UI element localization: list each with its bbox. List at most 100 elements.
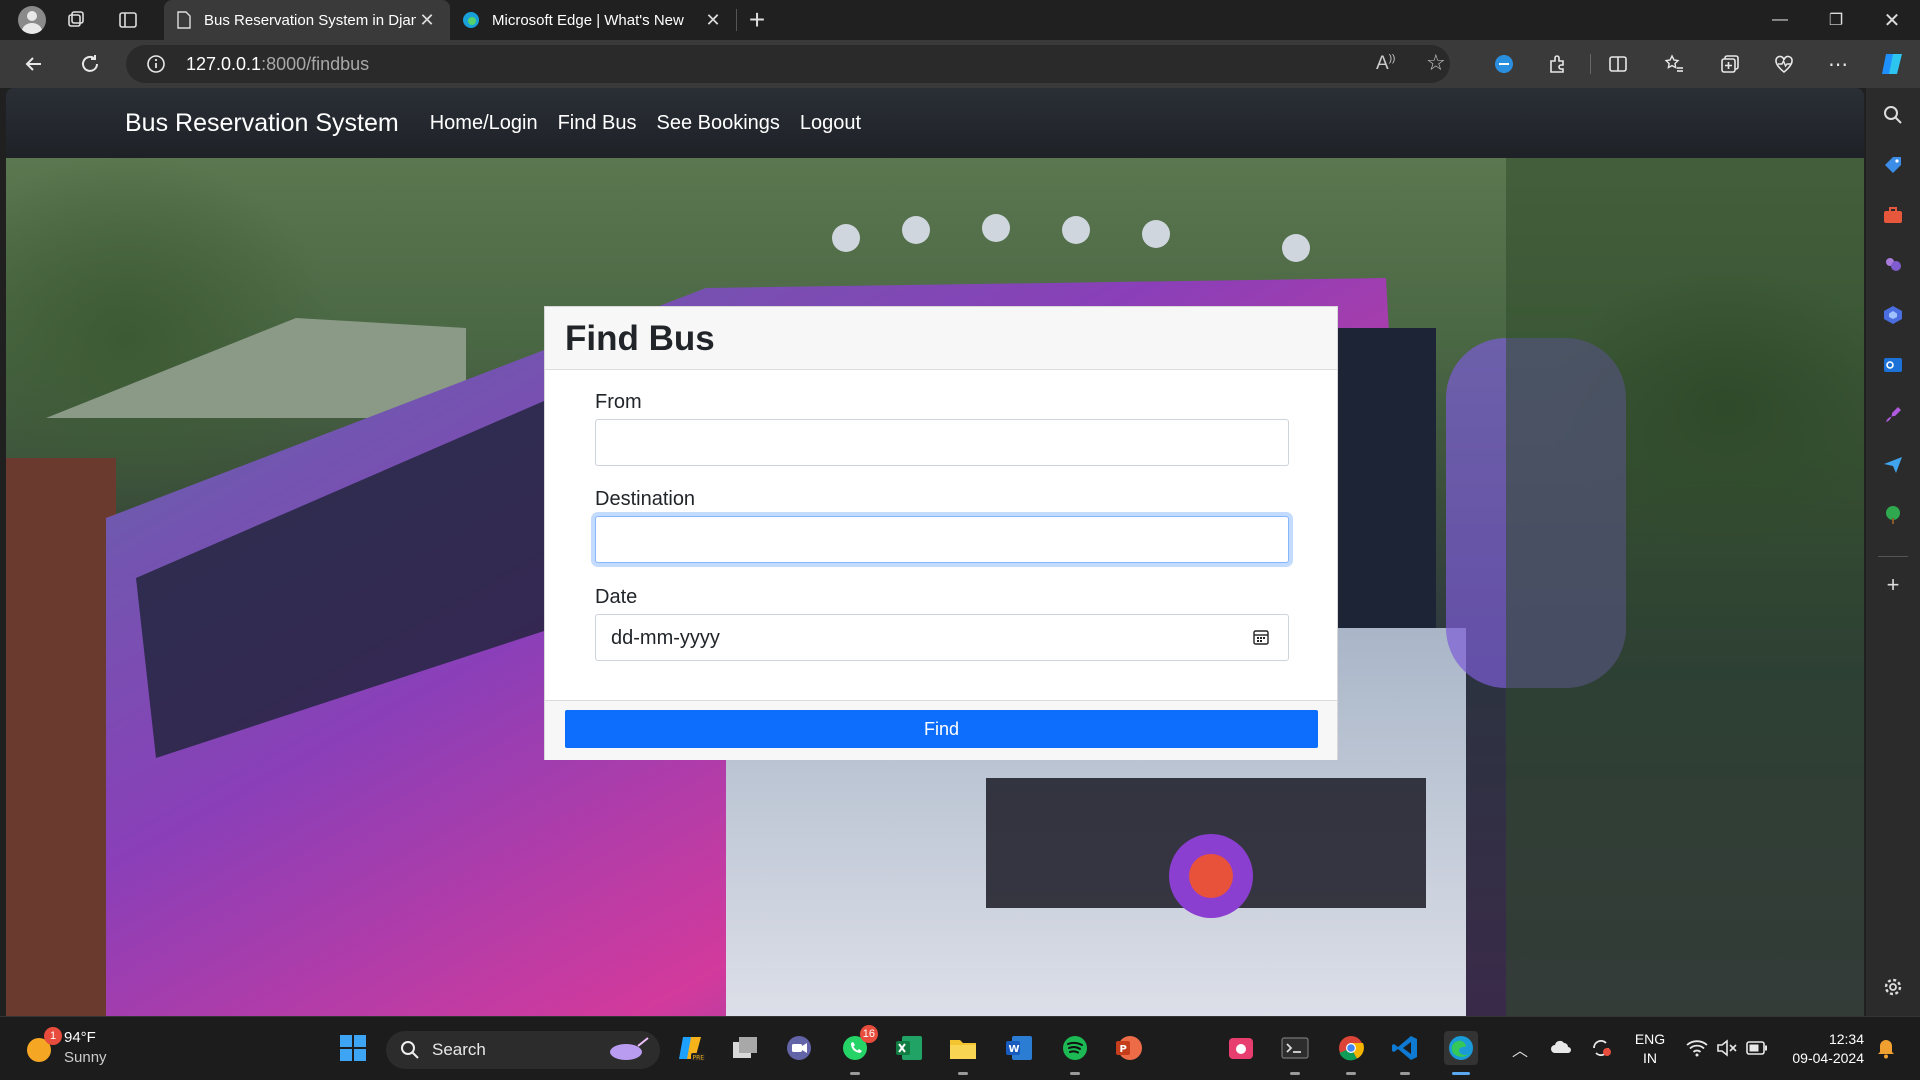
close-window-button[interactable]: ✕ — [1864, 0, 1920, 40]
svg-text:P: P — [1120, 1044, 1127, 1055]
browser-toolbar: 127.0.0.1:8000/findbus A)) ☆ ⋯ — [0, 40, 1920, 88]
whatsapp-badge: 16 — [859, 1025, 878, 1043]
edge-taskbar-icon[interactable] — [1444, 1031, 1478, 1075]
from-input[interactable] — [595, 419, 1289, 466]
chrome-icon[interactable] — [1334, 1031, 1368, 1075]
navbar-brand[interactable]: Bus Reservation System — [125, 109, 399, 138]
games-icon[interactable] — [1880, 252, 1906, 278]
weather-temp: 94°F — [64, 1029, 96, 1046]
profile-avatar[interactable] — [0, 0, 52, 40]
taskbar-search[interactable]: Search — [386, 1031, 660, 1069]
browser-tab-strip: Bus Reservation System in Djang ✕ Micros… — [0, 0, 1920, 40]
tab-bus-reservation[interactable]: Bus Reservation System in Djang ✕ — [164, 0, 450, 40]
workspaces-icon[interactable] — [56, 0, 96, 40]
svg-text:PRE: PRE — [693, 1055, 705, 1062]
terminal-icon[interactable] — [1278, 1031, 1312, 1075]
clock-time[interactable]: 12:34 — [1784, 1031, 1864, 1047]
nav-link-see-bookings[interactable]: See Bookings — [657, 112, 780, 135]
vpn-icon[interactable] — [1484, 44, 1524, 84]
weather-widget[interactable]: 1 94°F Sunny — [24, 1027, 124, 1069]
excel-icon[interactable] — [892, 1031, 926, 1065]
running-indicator — [1346, 1072, 1356, 1075]
collections-icon[interactable] — [1710, 44, 1750, 84]
card-header: Find Bus — [545, 307, 1337, 370]
search-icon[interactable] — [1880, 102, 1906, 128]
search-icon — [401, 1041, 419, 1059]
add-sidebar-app-icon[interactable]: + — [1880, 572, 1906, 598]
calendar-icon[interactable] — [1252, 628, 1270, 651]
copilot-pre-app-icon[interactable]: PRE — [675, 1031, 709, 1065]
new-tab-button[interactable]: + — [737, 0, 777, 40]
onedrive-icon[interactable] — [1550, 1039, 1572, 1060]
snipping-tool-icon[interactable] — [1224, 1031, 1258, 1065]
spotify-icon[interactable] — [1058, 1031, 1092, 1075]
card-title: Find Bus — [565, 319, 715, 358]
restore-button[interactable]: ❐ — [1808, 0, 1864, 40]
designer-icon[interactable] — [1880, 402, 1906, 428]
address-bar[interactable]: 127.0.0.1:8000/findbus A)) ☆ — [126, 45, 1450, 83]
word-icon[interactable]: W — [1002, 1031, 1036, 1065]
taskbar-search-label: Search — [432, 1040, 486, 1059]
favorite-star-icon[interactable]: ☆ — [1426, 50, 1446, 76]
sync-icon[interactable] — [1590, 1037, 1612, 1064]
vscode-icon[interactable] — [1388, 1031, 1422, 1075]
destination-input[interactable] — [595, 516, 1289, 563]
teams-meet-icon[interactable] — [782, 1031, 816, 1065]
close-tab-icon[interactable]: ✕ — [416, 9, 438, 31]
read-aloud-icon[interactable]: A)) — [1376, 53, 1395, 75]
date-input[interactable]: dd-mm-yyyy — [595, 614, 1289, 661]
active-indicator — [1452, 1072, 1470, 1075]
minimize-button[interactable]: — — [1752, 0, 1808, 40]
tab-edge-whats-new[interactable]: Microsoft Edge | What's New ✕ — [450, 0, 736, 40]
favorites-icon[interactable] — [1654, 44, 1694, 84]
running-indicator — [1290, 1072, 1300, 1075]
nav-link-home-login[interactable]: Home/Login — [430, 112, 538, 135]
send-icon[interactable] — [1880, 452, 1906, 478]
running-indicator — [850, 1072, 860, 1075]
tab-actions-icon[interactable] — [108, 0, 148, 40]
whatsapp-icon[interactable]: 16 — [838, 1025, 878, 1075]
outlook-icon[interactable] — [1880, 352, 1906, 378]
tab-title: Microsoft Edge | What's New — [492, 11, 684, 29]
wifi-icon[interactable] — [1686, 1039, 1708, 1062]
weather-desc: Sunny — [64, 1049, 107, 1066]
file-explorer-icon[interactable] — [946, 1031, 980, 1075]
shopping-tag-icon[interactable] — [1880, 152, 1906, 178]
language-bottom[interactable]: IN — [1630, 1050, 1670, 1066]
performance-heart-icon[interactable] — [1764, 44, 1804, 84]
notification-bell-icon[interactable] — [1876, 1037, 1896, 1064]
from-label: From — [595, 391, 642, 413]
running-indicator — [1070, 1072, 1080, 1075]
unicorn-icon — [610, 1037, 649, 1060]
weather-badge: 1 — [44, 1027, 62, 1045]
powerpoint-icon[interactable]: P — [1112, 1031, 1146, 1065]
copilot-icon[interactable] — [1872, 44, 1912, 84]
start-button[interactable] — [336, 1031, 370, 1065]
find-button[interactable]: Find — [565, 710, 1318, 748]
copilot-sidebar-icon[interactable] — [1880, 302, 1906, 328]
info-icon[interactable] — [136, 54, 176, 74]
destination-label: Destination — [595, 488, 696, 510]
show-hidden-icons[interactable]: ︿ — [1512, 1037, 1528, 1061]
refresh-button[interactable] — [70, 44, 110, 84]
task-view-icon[interactable] — [728, 1031, 762, 1065]
split-screen-icon[interactable] — [1598, 44, 1638, 84]
battery-icon[interactable] — [1746, 1041, 1768, 1060]
clock-date[interactable]: 09-04-2024 — [1774, 1050, 1864, 1066]
sidebar-settings-gear-icon[interactable] — [1880, 974, 1906, 1000]
volume-muted-icon[interactable] — [1716, 1039, 1738, 1062]
nav-link-logout[interactable]: Logout — [800, 112, 861, 135]
extensions-icon[interactable] — [1538, 44, 1578, 84]
site-navbar: Bus Reservation System Home/Login Find B… — [6, 88, 1864, 158]
more-menu-icon[interactable]: ⋯ — [1818, 44, 1858, 84]
tab-title: Bus Reservation System in Djang — [204, 11, 416, 29]
language-top[interactable]: ENG — [1630, 1031, 1670, 1047]
page-viewport: Bus Reservation System Home/Login Find B… — [6, 88, 1864, 1016]
back-button[interactable] — [14, 44, 54, 84]
nav-link-find-bus[interactable]: Find Bus — [558, 112, 637, 135]
tree-icon[interactable] — [1880, 502, 1906, 528]
date-label: Date — [595, 586, 638, 608]
running-indicator — [1400, 1072, 1410, 1075]
close-tab-icon[interactable]: ✕ — [702, 9, 724, 31]
tools-briefcase-icon[interactable] — [1880, 202, 1906, 228]
